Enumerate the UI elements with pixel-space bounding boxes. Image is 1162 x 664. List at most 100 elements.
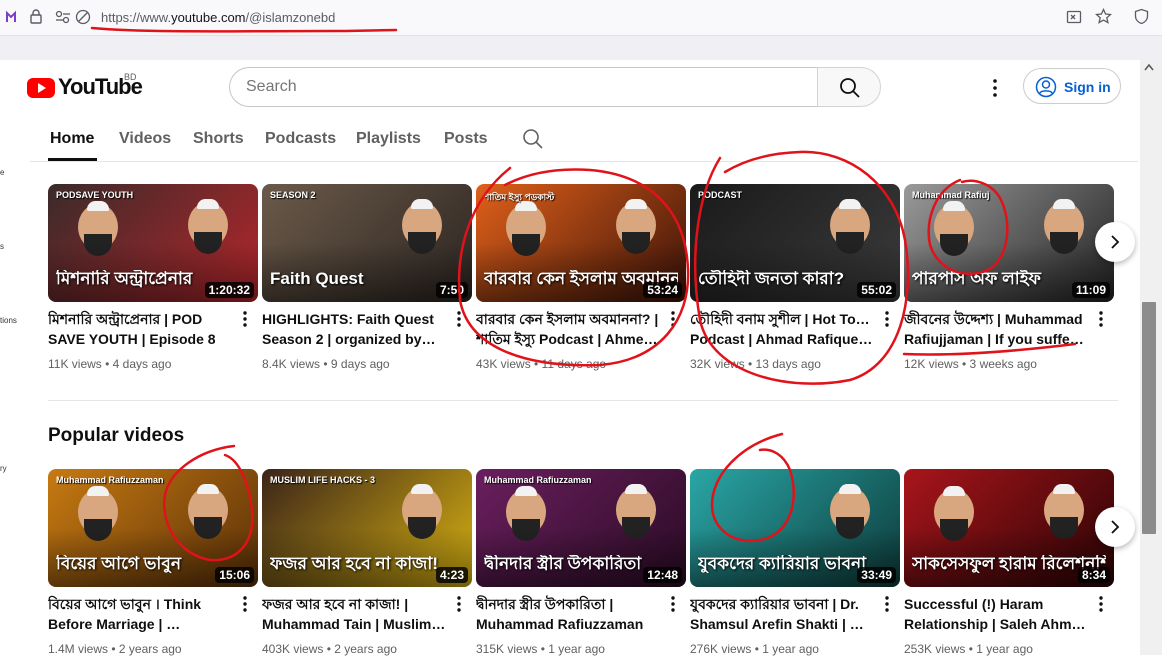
duration-badge: 1:20:32: [204, 282, 254, 298]
video-card[interactable]: সাকসেসফুল হারাম রিলেশনশিপ 8:34 Successful …: [904, 469, 1114, 664]
video-title[interactable]: বারবার কেন ইসলাম অবমাননা? | শাতিম ইস্যু P…: [476, 309, 661, 349]
video-menu-icon[interactable]: [880, 310, 894, 328]
video-title-line: SAVE YOUTH | Episode 8: [48, 331, 216, 347]
extension-icon[interactable]: [4, 10, 18, 24]
video-title[interactable]: Successful (!) Haram Relationship | Saleh…: [904, 594, 1089, 634]
duration-badge: 15:06: [215, 567, 254, 583]
tab-playlists[interactable]: Playlists: [356, 130, 421, 148]
cap-shape: [625, 484, 647, 494]
url-text[interactable]: https://www.youtube.com/@islamzonebd: [101, 10, 335, 25]
video-title[interactable]: জীবনের উদ্দেশ্য | Muhammad Rafiujjaman | …: [904, 309, 1089, 349]
video-menu-icon[interactable]: [452, 310, 466, 328]
thumbnail-text: ফজর আর হবে না কাজা!: [270, 555, 438, 573]
thumbnail-subtext: Muhammad Rafiuj: [912, 190, 990, 200]
tab-videos[interactable]: Videos: [119, 130, 171, 148]
cap-shape: [625, 199, 647, 209]
video-thumbnail[interactable]: Muhammad Rafiuzzaman দ্বীনদার স্ত্রীর উপক…: [476, 469, 686, 587]
video-menu-icon[interactable]: [880, 595, 894, 613]
tab-shorts[interactable]: Shorts: [193, 130, 244, 148]
sign-in-button[interactable]: Sign in: [1023, 68, 1121, 104]
video-title[interactable]: বিয়ের আগে ভাবুন । Think Before Marriage …: [48, 594, 233, 634]
video-thumbnail[interactable]: Muhammad Rafiuj পারপাস অফ লাইফ 11:09: [904, 184, 1114, 302]
video-thumbnail[interactable]: শাতিম ইস্যু পডকাস্ট বারবার কেন ইসলাম অবমা…: [476, 184, 686, 302]
video-card[interactable]: যুবকদের ক্যারিয়ার ভাবনা 33:49 যুবকদের ক্য…: [690, 469, 900, 664]
video-title[interactable]: যুবকদের ক্যারিয়ার ভাবনা | Dr. Shamsul Ar…: [690, 594, 875, 634]
video-card[interactable]: Muhammad Rafiuzzaman দ্বীনদার স্ত্রীর উপক…: [476, 469, 686, 664]
video-menu-icon[interactable]: [238, 310, 252, 328]
youtube-logo-icon[interactable]: [27, 78, 55, 98]
cap-shape: [515, 486, 537, 496]
duration-badge: 53:24: [643, 282, 682, 298]
tab-podcasts[interactable]: Podcasts: [265, 130, 336, 148]
search-button[interactable]: [817, 67, 881, 107]
video-meta: 253K views • 1 year ago: [904, 642, 1033, 656]
reader-view-icon[interactable]: [1066, 9, 1082, 25]
thumbnail-text: Faith Quest: [270, 270, 364, 288]
video-title[interactable]: HIGHLIGHTS: Faith Quest Season 2 | organi…: [262, 309, 447, 349]
tab-posts[interactable]: Posts: [444, 130, 488, 148]
video-card[interactable]: শাতিম ইস্যু পডকাস্ট বারবার কেন ইসলাম অবমা…: [476, 184, 686, 379]
video-meta: 32K views • 13 days ago: [690, 357, 821, 371]
shelf-next-button[interactable]: [1095, 222, 1135, 262]
url-host: youtube.com: [171, 10, 246, 25]
video-title[interactable]: তৌহিদী বনাম সুশীল | Hot Topic Podcast | A…: [690, 309, 875, 349]
sidebar-fragment-text[interactable]: ry: [0, 464, 7, 473]
video-menu-icon[interactable]: [238, 595, 252, 613]
video-meta: 315K views • 1 year ago: [476, 642, 605, 656]
sidebar-fragment: e s tions ry: [0, 60, 30, 655]
lock-icon[interactable]: [30, 9, 42, 24]
search-input[interactable]: [246, 77, 786, 97]
video-menu-icon[interactable]: [666, 595, 680, 613]
sidebar-fragment-text[interactable]: tions: [0, 316, 17, 325]
video-thumbnail[interactable]: Muhammad Rafiuzzaman বিয়ের আগে ভাবুন 15:0…: [48, 469, 258, 587]
video-card[interactable]: Muhammad Rafiuzzaman বিয়ের আগে ভাবুন 15:0…: [48, 469, 258, 664]
video-menu-icon[interactable]: [666, 310, 680, 328]
video-menu-icon[interactable]: [1094, 310, 1108, 328]
thumbnail-subtext: PODSAVE YOUTH: [56, 190, 134, 200]
video-thumbnail[interactable]: সাকসেসফুল হারাম রিলেশনশিপ 8:34: [904, 469, 1114, 587]
video-title-line: Muhammad Rafiuzzaman: [476, 616, 644, 632]
video-thumbnail[interactable]: SEASON 2 Faith Quest 7:50: [262, 184, 472, 302]
video-thumbnail[interactable]: PODCAST তৌহিদী জনতা কারা? 55:02: [690, 184, 900, 302]
video-title-line: যুবকদের ক্যারিয়ার ভাবনা | Dr.: [690, 596, 859, 612]
video-card[interactable]: PODCAST তৌহিদী জনতা কারা? 55:02 তৌহিদী বনাম…: [690, 184, 900, 379]
video-card[interactable]: SEASON 2 Faith Quest 7:50 HIGHLIGHTS: Faith…: [262, 184, 472, 379]
more-options-icon[interactable]: [985, 77, 1005, 99]
video-thumbnail[interactable]: MUSLIM LIFE HACKS - 3 ফজর আর হবে না কাজা!…: [262, 469, 472, 587]
video-title-line: Muhammad Tain | Muslim…: [262, 616, 446, 632]
video-thumbnail[interactable]: PODSAVE YOUTH মিশনারি অন্ট্রাপ্রেনার 1:20:…: [48, 184, 258, 302]
cap-shape: [87, 486, 109, 496]
video-card[interactable]: Muhammad Rafiuj পারপাস অফ লাইফ 11:09 জীবনের…: [904, 184, 1114, 379]
video-title-line: HIGHLIGHTS: Faith Quest: [262, 311, 434, 327]
thumbnail-subtext: Muhammad Rafiuzzaman: [484, 475, 592, 485]
sidebar-fragment-text[interactable]: s: [0, 242, 4, 251]
video-thumbnail[interactable]: যুবকদের ক্যারিয়ার ভাবনা 33:49: [690, 469, 900, 587]
video-card[interactable]: MUSLIM LIFE HACKS - 3 ফজর আর হবে না কাজা!…: [262, 469, 472, 664]
video-meta: 12K views • 3 weeks ago: [904, 357, 1037, 371]
scrollbar-thumb[interactable]: [1142, 302, 1156, 534]
video-title-line: Successful (!) Haram: [904, 596, 1044, 612]
cap-shape: [411, 484, 433, 494]
video-menu-icon[interactable]: [1094, 595, 1108, 613]
cap-shape: [1053, 199, 1075, 209]
bookmark-star-icon[interactable]: [1095, 8, 1112, 25]
permissions-icon[interactable]: [55, 10, 71, 24]
popular-shelf-next-button[interactable]: [1095, 507, 1135, 547]
page-scrollbar[interactable]: [1140, 60, 1162, 655]
video-title[interactable]: দ্বীনদার স্ত্রীর উপকারিতা | Muhammad Rafi…: [476, 594, 661, 634]
tab-home[interactable]: Home: [50, 130, 94, 148]
video-title-line: Before Marriage | …: [48, 616, 181, 632]
video-menu-icon[interactable]: [452, 595, 466, 613]
channel-search-icon[interactable]: [522, 128, 544, 150]
video-meta: 11K views • 4 days ago: [48, 357, 172, 371]
sidebar-fragment-text[interactable]: e: [0, 168, 4, 177]
video-card[interactable]: PODSAVE YOUTH মিশনারি অন্ট্রাপ্রেনার 1:20:…: [48, 184, 258, 379]
scroll-up-icon[interactable]: [1144, 63, 1154, 71]
cap-shape: [943, 486, 965, 496]
autoplay-blocked-icon[interactable]: [75, 9, 91, 25]
thumbnail-subtext: MUSLIM LIFE HACKS - 3: [270, 475, 375, 485]
video-title[interactable]: ফজর আর হবে না কাজা! | Muhammad Tain | Mus…: [262, 594, 447, 634]
video-title[interactable]: মিশনারি অন্ট্রাপ্রেনার | POD SAVE YOUTH |…: [48, 309, 233, 349]
popular-videos-heading: Popular videos: [48, 425, 185, 446]
shield-icon[interactable]: [1134, 8, 1149, 25]
